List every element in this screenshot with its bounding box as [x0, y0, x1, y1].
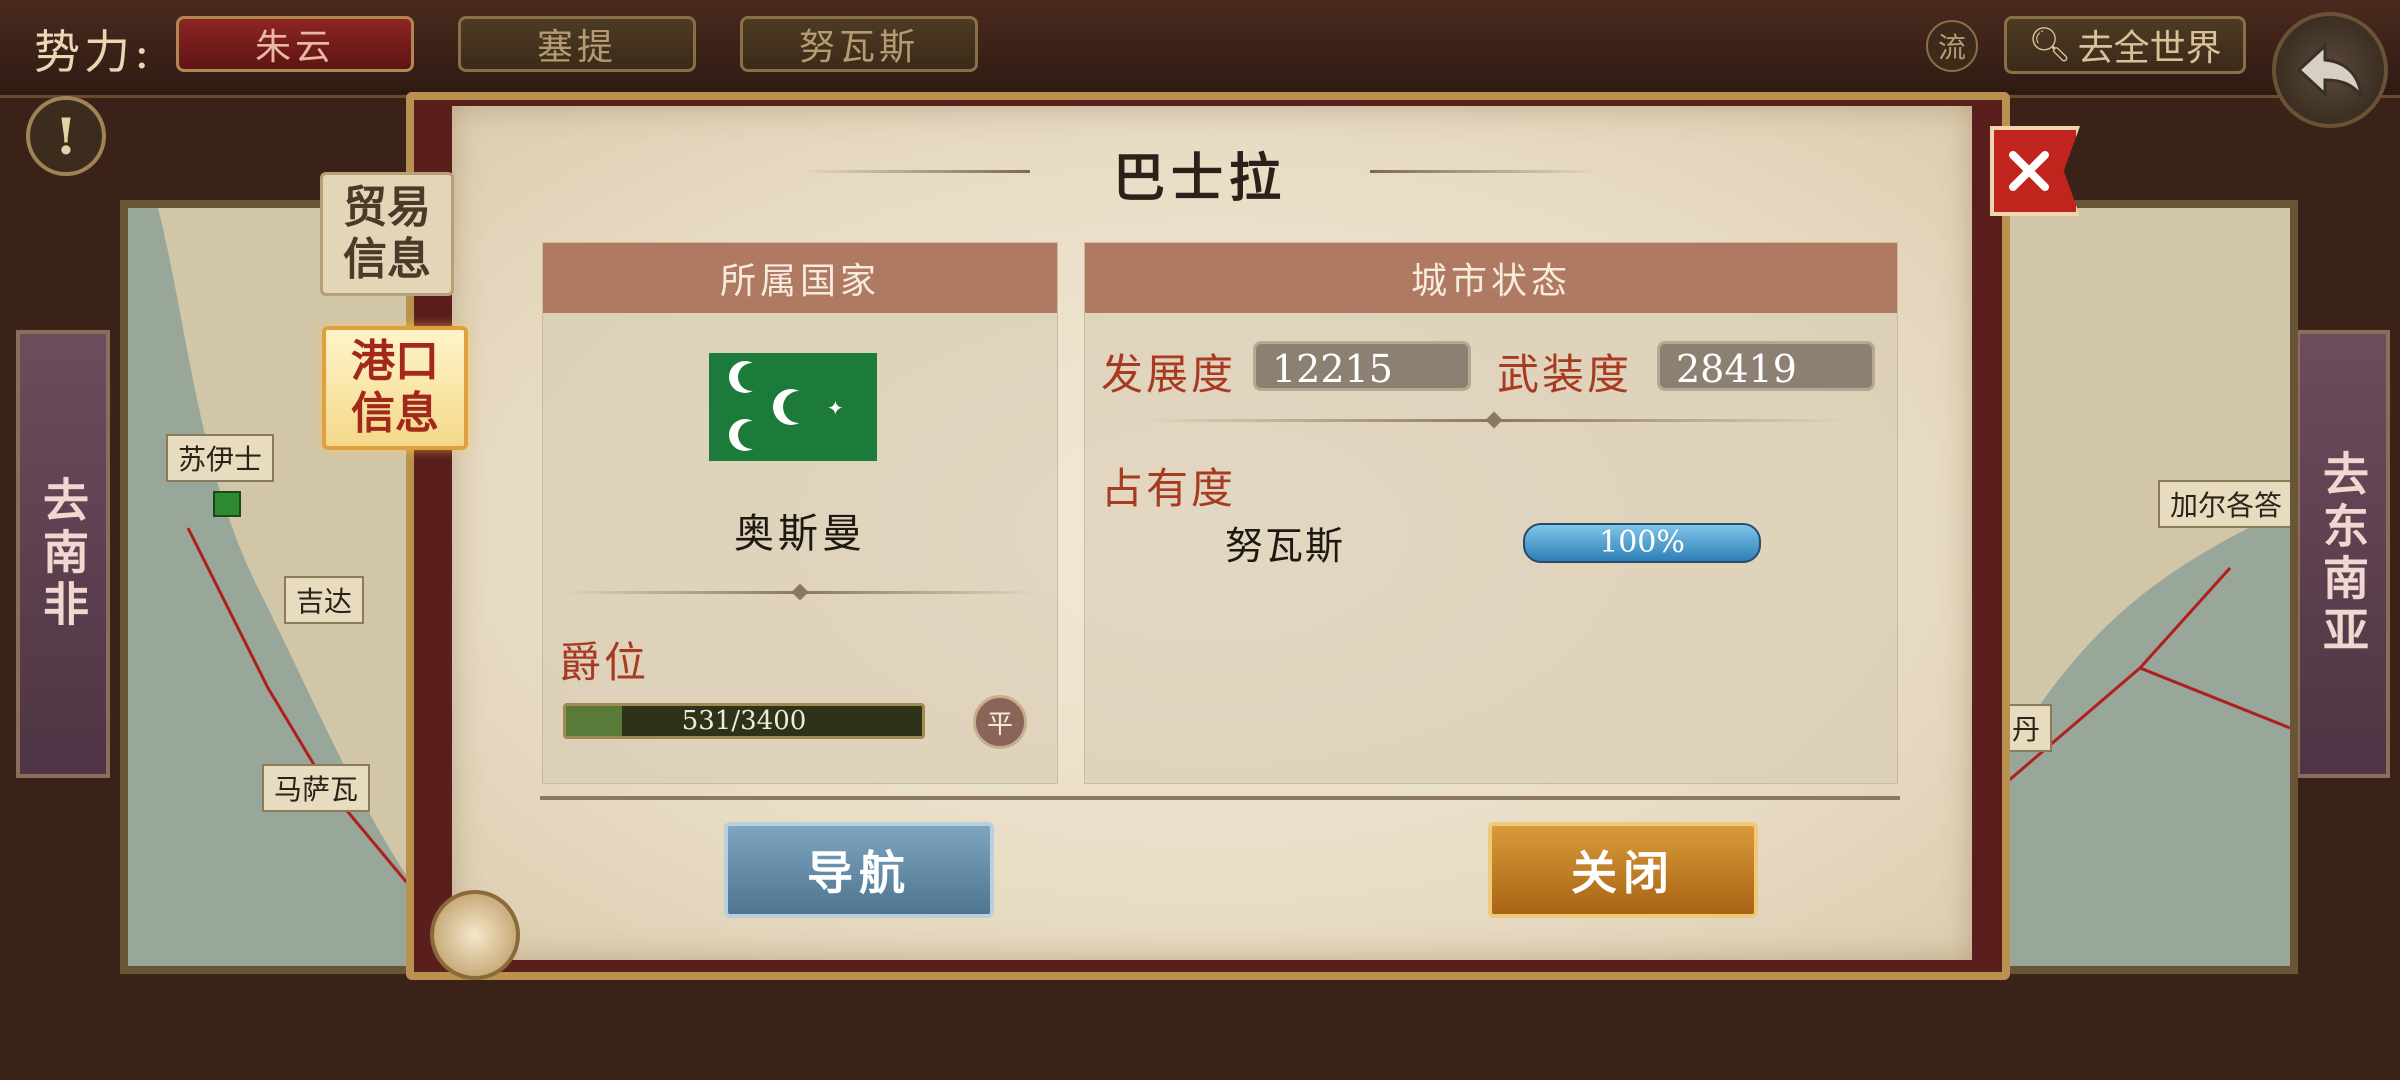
map-right: 加尔各答 丹 [2000, 200, 2298, 974]
svg-text:✦: ✦ [827, 396, 844, 420]
city-divider-ornament [1485, 411, 1503, 429]
close-button[interactable]: 关闭 [1488, 822, 1758, 918]
map-label-jeddah[interactable]: 吉达 [284, 576, 365, 624]
map-label-massawa[interactable]: 马萨瓦 [262, 764, 371, 812]
divider-ornament [791, 583, 809, 601]
development-label: 发展度 [1101, 350, 1237, 399]
alert-icon[interactable]: ! [26, 96, 106, 176]
back-arrow-icon [2296, 42, 2363, 98]
occupancy-label: 占有度 [1101, 464, 1237, 513]
world-button-label: 去全世界 [2077, 28, 2222, 69]
search-icon: 🔍︎ [2028, 25, 2072, 65]
city-panel-header: 城市状态 [1085, 243, 1897, 313]
title-ornament-left [800, 170, 1030, 173]
armament-label: 武装度 [1497, 350, 1633, 399]
rank-label: 爵位 [559, 638, 650, 687]
tab-port-label: 港口信息 [351, 336, 439, 439]
dialog-title: 巴士拉 [1112, 148, 1287, 209]
go-south-africa-tab[interactable]: 去南非 [16, 330, 110, 778]
flow-button[interactable]: 流 [1926, 20, 1978, 72]
world-map-button[interactable]: 🔍︎ 去全世界 [2004, 16, 2246, 74]
country-name: 奥斯曼 [734, 511, 866, 557]
top-bar: 势力: 朱云 塞提 努瓦斯 流 🔍︎ 去全世界 [0, 0, 2400, 98]
back-button[interactable] [2272, 12, 2388, 128]
armament-value: 28419 [1657, 341, 1875, 391]
rank-progress-bar: 531/3400 [563, 703, 925, 739]
x-icon [2009, 151, 2049, 191]
occupancy-owner: 努瓦斯 [1225, 524, 1346, 568]
close-icon[interactable] [1990, 126, 2080, 216]
rank-progress-text: 531/3400 [681, 706, 807, 736]
development-value: 12215 [1253, 341, 1471, 391]
occupancy-percent-bar: 100% [1523, 523, 1761, 563]
city-status-panel: 城市状态 发展度 12215 武装度 28419 占有度 努瓦斯 100% [1084, 242, 1898, 784]
tab-trade-label: 贸易信息 [343, 182, 431, 285]
map-left-terrain [128, 208, 428, 966]
title-ornament-right [1370, 170, 1600, 173]
faction-tab-nuwasi[interactable]: 努瓦斯 [740, 16, 978, 72]
ottoman-flag: ✦ [709, 353, 877, 461]
tab-port-info[interactable]: 港口信息 [322, 326, 468, 450]
map-left: 苏伊士 吉达 马萨瓦 [120, 200, 428, 974]
navigate-button[interactable]: 导航 [724, 822, 994, 918]
map-right-terrain [2000, 508, 2290, 966]
country-panel-header: 所属国家 [543, 243, 1057, 313]
map-label-calcutta[interactable]: 加尔各答 [2158, 480, 2290, 528]
faction-tab-saiti[interactable]: 塞提 [458, 16, 696, 72]
go-southeast-asia-tab[interactable]: 去东南亚 [2296, 330, 2390, 778]
compass-icon[interactable] [430, 890, 520, 980]
footer-divider [540, 796, 1900, 800]
tab-trade-info[interactable]: 贸易信息 [320, 172, 454, 296]
country-panel: 所属国家 ✦ 奥斯曼 爵位 531/3400 平 [542, 242, 1058, 784]
faction-tab-zhuyun[interactable]: 朱云 [176, 16, 414, 72]
map-label-suez[interactable]: 苏伊士 [166, 434, 275, 482]
peace-badge[interactable]: 平 [973, 695, 1027, 749]
faction-label: 势力: [34, 25, 154, 79]
